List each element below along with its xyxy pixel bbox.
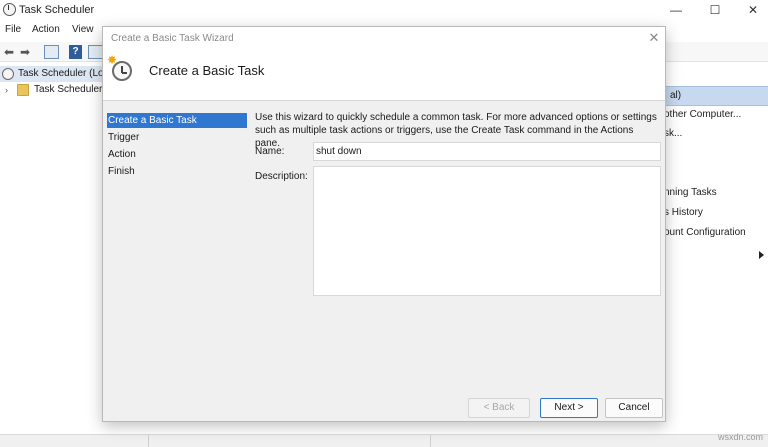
watermark: wsxdn.com <box>718 432 764 442</box>
action-display-running-tasks[interactable]: nning Tasks <box>664 187 717 198</box>
submenu-arrow-icon[interactable] <box>759 251 764 259</box>
task-scheduler-clock-icon <box>3 3 16 16</box>
cancel-button[interactable]: Cancel <box>605 398 663 418</box>
name-label: Name: <box>255 146 285 157</box>
action-at-service-account-configuration[interactable]: ount Configuration <box>664 227 746 238</box>
wizard-window-title: Create a Basic Task Wizard <box>111 33 234 44</box>
actions-pane-header[interactable]: al) <box>664 86 768 106</box>
action-create-basic-task[interactable]: sk... <box>664 128 682 139</box>
main-titlebar: Task Scheduler — ☐ ✕ <box>0 0 768 22</box>
show-hide-console-tree-icon[interactable] <box>44 45 59 59</box>
help-icon[interactable]: ? <box>69 45 82 59</box>
statusbar <box>0 434 768 447</box>
tree-item-task-scheduler-library[interactable]: › Task Scheduler Library <box>0 82 102 98</box>
wizard-close-icon[interactable]: ✕ <box>646 30 662 46</box>
next-button[interactable]: Next > <box>540 398 598 418</box>
wizard-content: Use this wizard to quickly schedule a co… <box>253 101 665 391</box>
tree-item-label: Task Scheduler Library <box>34 84 102 95</box>
wizard-steps: Create a Basic Task Trigger Action Finis… <box>103 101 253 391</box>
menu-action[interactable]: Action <box>32 24 60 35</box>
step-create-basic-task[interactable]: Create a Basic Task <box>107 113 247 128</box>
wizard-header: ✸ Create a Basic Task <box>103 51 665 101</box>
step-trigger[interactable]: Trigger <box>107 130 247 145</box>
wizard-header-title: Create a Basic Task <box>149 63 265 78</box>
main-window-title: Task Scheduler <box>19 4 95 16</box>
menu-file[interactable]: File <box>5 24 21 35</box>
console-tree: Task Scheduler (Local) › Task Scheduler … <box>0 64 102 434</box>
tree-item-task-scheduler-local[interactable]: Task Scheduler (Local) <box>0 66 102 82</box>
back-button[interactable]: < Back <box>468 398 530 418</box>
clock-icon <box>2 68 14 80</box>
statusbar-divider <box>148 435 149 447</box>
description-label: Description: <box>255 171 308 182</box>
create-basic-task-wizard: Create a Basic Task Wizard ✕ ✸ Create a … <box>102 26 666 422</box>
step-action[interactable]: Action <box>107 147 247 162</box>
back-arrow-icon[interactable]: ⬅ <box>2 44 16 60</box>
show-hide-action-pane-icon[interactable] <box>88 45 103 59</box>
chevron-right-icon[interactable]: › <box>5 82 8 98</box>
close-button[interactable]: ✕ <box>741 2 765 18</box>
minimize-button[interactable]: — <box>664 2 688 18</box>
description-textarea[interactable] <box>313 166 661 296</box>
folder-icon <box>17 84 29 96</box>
actions-pane: al) other Computer... sk... nning Tasks … <box>664 64 768 434</box>
wizard-titlebar: Create a Basic Task Wizard ✕ <box>103 27 665 51</box>
name-input[interactable] <box>313 142 661 161</box>
step-finish[interactable]: Finish <box>107 164 247 179</box>
statusbar-divider <box>430 435 431 447</box>
menu-view[interactable]: View <box>72 24 94 35</box>
maximize-button[interactable]: ☐ <box>703 2 727 18</box>
action-enable-all-tasks-history[interactable]: s History <box>664 207 703 218</box>
action-connect-another-computer[interactable]: other Computer... <box>664 109 741 120</box>
task-wizard-clock-icon: ✸ <box>107 54 134 83</box>
forward-arrow-icon[interactable]: ➡ <box>18 44 32 60</box>
tree-item-label: Task Scheduler (Local) <box>18 68 102 79</box>
